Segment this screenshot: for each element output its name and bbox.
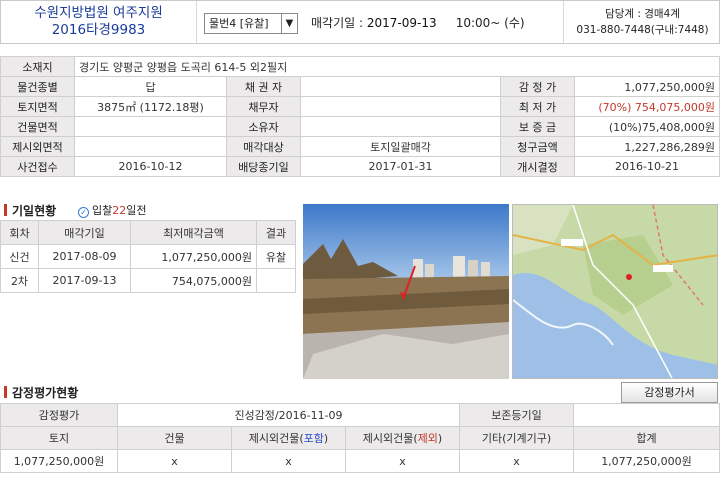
appraisal-table: 감정평가 진성감정/2016-11-09 보존등기일 토지 건물 제시외건물(포… [0,403,720,473]
auction-date-value: 2017-09-13 [366,16,437,30]
check-circle-icon: ✓ [78,207,89,218]
claim-amount: 1,227,286,289원 [574,136,720,157]
table-row: 신건 2017-08-09 1,077,250,000원 유찰 [0,244,296,269]
court-name: 수원지방법원 여주지원 [34,5,163,21]
site-photo[interactable] [303,204,509,379]
chevron-down-icon: ▼ [281,14,297,33]
appraisal-eval: 진성감정/2016-11-09 [117,403,460,427]
creditor [300,76,501,97]
contact-block: 담당계 : 경매4계 031-880-7448(구내:7448) [563,1,720,43]
case-header: 수원지방법원 여주지원 2016타경9983 물번4 [유찰] ▼ 매각기일 :… [0,0,720,44]
preserve-date [573,403,720,427]
land-area: 3875㎡ (1172.18평) [74,96,227,117]
history-title: 기일현황 [4,202,56,219]
table-row: 2차 2017-09-13 754,075,000원 [0,268,296,293]
debtor [300,96,501,117]
sale-target: 토지일괄매각 [300,136,501,157]
appraisal-title: 감정평가현황 [4,384,78,401]
item-select[interactable]: 물번4 [유찰] ▼ [204,13,298,34]
auction-time: 10:00~ (수) [455,16,525,30]
map-image [513,205,717,378]
dept: 담당계 : 경매4계 [605,8,680,20]
start-date: 2016-10-21 [574,156,720,177]
table-row: 1,077,250,000원 x x x x 1,077,250,000원 [0,449,720,473]
location-value: 경기도 양평군 양평읍 도곡리 614-5 외2필지 [74,56,720,77]
property-info-table: 소재지 경기도 양평군 양평읍 도곡리 614-5 외2필지 물건종별 답 채 … [0,56,720,177]
building-area [74,116,227,137]
minimum-price: (70%) 754,075,000원 [574,96,720,117]
site-photo-image [303,204,509,379]
round-history-table: 회차 매각기일 최저매각금액 결과 신건 2017-08-09 1,077,25… [0,220,296,293]
item-type: 답 [74,76,227,97]
appraisal-price: 1,077,250,000원 [574,76,720,97]
appraisal-report-button[interactable]: 감정평가서 [621,382,718,403]
dividend-date: 2017-01-31 [300,156,501,177]
excluded-area [74,136,227,157]
phone: 031-880-7448(구내:7448) [576,24,709,36]
filed-date: 2016-10-12 [74,156,227,177]
bid-countdown: ✓ 입찰22일전 [78,202,147,218]
deposit: (10%)75,408,000원 [574,116,720,137]
location-map[interactable] [512,204,718,379]
location-label: 소재지 [0,56,75,77]
auction-date: 매각기일 : 2017-09-13 10:00~ (수) [311,16,525,30]
court-block: 수원지방법원 여주지원 2016타경9983 [1,1,197,43]
days-left: 22 [112,204,127,217]
item-select-value: 물번4 [유찰] [209,17,269,30]
case-number: 2016타경9983 [51,22,146,38]
owner [300,116,501,137]
